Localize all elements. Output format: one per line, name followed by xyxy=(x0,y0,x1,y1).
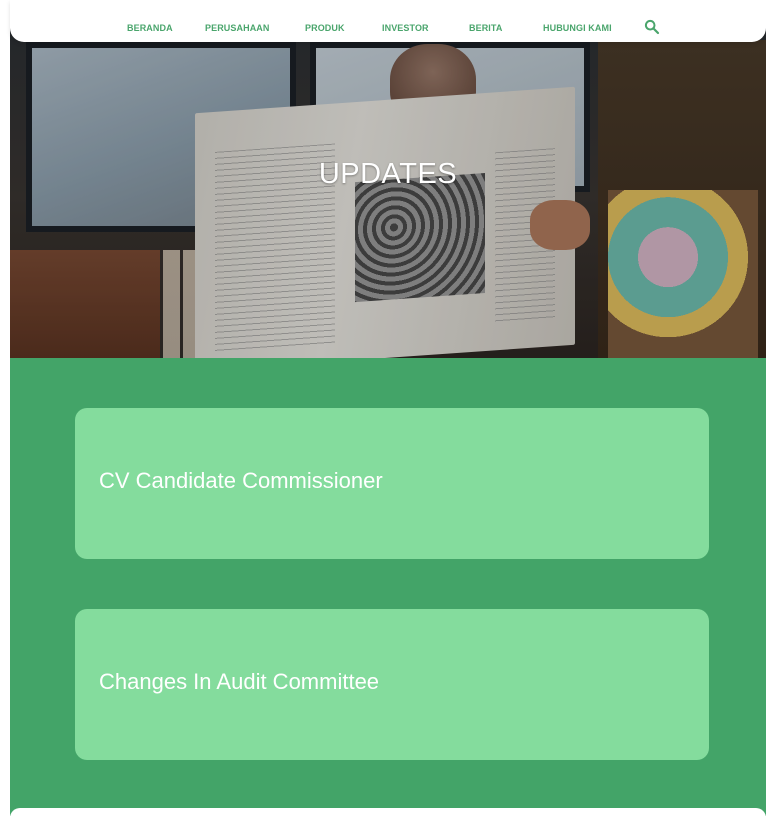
nav-item-perusahaan[interactable]: PERUSAHAAN xyxy=(205,23,270,33)
nav-item-beranda[interactable]: BERANDA xyxy=(127,23,173,33)
update-card[interactable]: Changes In Audit Committee xyxy=(75,609,709,760)
search-icon[interactable] xyxy=(644,19,660,35)
nav-item-produk[interactable]: PRODUK xyxy=(305,23,345,33)
footer-edge xyxy=(10,808,766,816)
hero-banner: UPDATES xyxy=(10,0,766,358)
top-navigation: BERANDA PERUSAHAAN PRODUK INVESTOR BERIT… xyxy=(10,0,766,42)
nav-item-berita[interactable]: BERITA xyxy=(469,23,502,33)
update-card-title[interactable]: CV Candidate Commissioner xyxy=(99,468,383,494)
update-card-title[interactable]: Changes In Audit Committee xyxy=(99,669,379,695)
page-frame: UPDATES CV Candidate Commissioner Change… xyxy=(10,0,766,816)
update-card[interactable]: CV Candidate Commissioner xyxy=(75,408,709,559)
nav-item-hubungi-kami[interactable]: HUBUNGI KAMI xyxy=(543,23,612,33)
nav-item-investor[interactable]: INVESTOR xyxy=(382,23,429,33)
page-left-margin xyxy=(0,0,10,816)
page-title: UPDATES xyxy=(318,158,458,190)
